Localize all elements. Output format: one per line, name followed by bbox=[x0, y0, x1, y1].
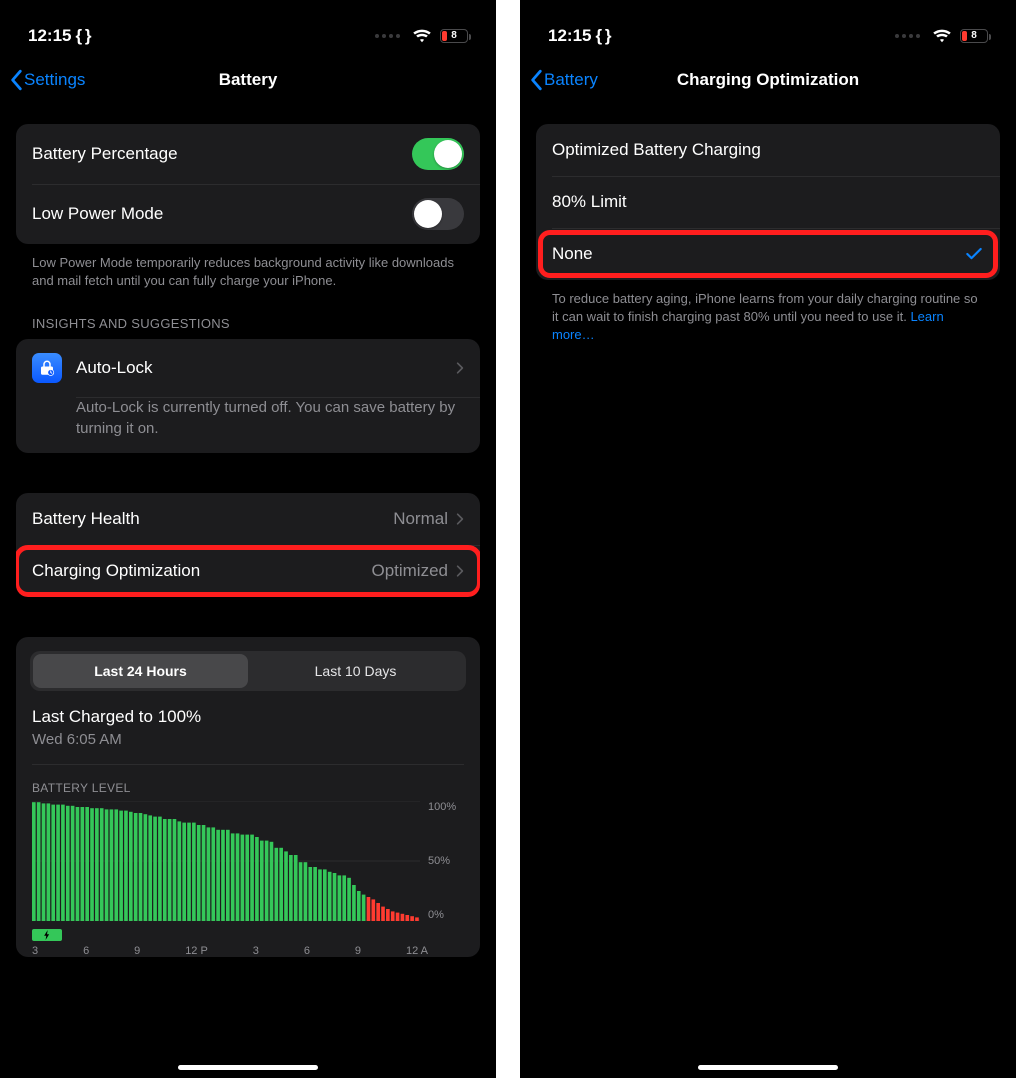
cellular-dots-icon bbox=[895, 34, 920, 38]
checkmark-icon bbox=[964, 244, 984, 264]
home-indicator bbox=[178, 1065, 318, 1070]
option-label: Optimized Battery Charging bbox=[552, 140, 761, 160]
x-axis-tick: 3 bbox=[32, 945, 38, 957]
row-label: Battery Health bbox=[32, 509, 140, 529]
insights-group: Auto-Lock Auto-Lock is currently turned … bbox=[16, 339, 480, 453]
battery-settings-screen: 12:15 { } 8 Settings Battery Battery Per… bbox=[0, 0, 496, 1078]
back-label: Settings bbox=[24, 70, 85, 90]
last-charged-title: Last Charged to 100% bbox=[32, 707, 464, 727]
time-range-segmented[interactable]: Last 24 Hours Last 10 Days bbox=[30, 651, 466, 691]
battery-percentage-toggle[interactable] bbox=[412, 138, 464, 170]
insight-title: Auto-Lock bbox=[76, 358, 153, 378]
tab-last-10-days[interactable]: Last 10 Days bbox=[248, 654, 463, 688]
row-value: Normal bbox=[393, 509, 464, 529]
row-label: Low Power Mode bbox=[32, 204, 163, 224]
cellular-dots-icon bbox=[375, 34, 400, 38]
battery-icon: 8 bbox=[440, 29, 468, 43]
option-label: None bbox=[552, 244, 593, 264]
battery-health-row[interactable]: Battery Health Normal bbox=[16, 493, 480, 545]
status-bar: 12:15 { } 8 bbox=[520, 0, 1016, 60]
bolt-icon bbox=[32, 929, 62, 941]
row-value: Optimized bbox=[371, 561, 464, 581]
option-optimized[interactable]: Optimized Battery Charging bbox=[536, 124, 1000, 176]
last-charged-info: Last Charged to 100% Wed 6:05 AM bbox=[16, 705, 480, 767]
insights-header: INSIGHTS AND SUGGESTIONS bbox=[16, 290, 480, 339]
lpm-footer: Low Power Mode temporarily reduces backg… bbox=[16, 244, 480, 290]
toggle-group: Battery Percentage Low Power Mode bbox=[16, 124, 480, 244]
options-group: Optimized Battery Charging 80% Limit Non… bbox=[536, 124, 1000, 280]
home-indicator bbox=[698, 1065, 838, 1070]
status-right: 8 bbox=[375, 26, 468, 46]
lock-icon bbox=[32, 353, 62, 383]
x-axis-tick: 12 A bbox=[406, 945, 428, 957]
back-button[interactable]: Battery bbox=[530, 69, 598, 91]
autolock-insight-row[interactable]: Auto-Lock bbox=[16, 339, 480, 397]
nav-bar: Battery Charging Optimization bbox=[520, 60, 1016, 108]
content-area: Optimized Battery Charging 80% Limit Non… bbox=[520, 124, 1016, 345]
charging-optimization-row[interactable]: Charging Optimization Optimized bbox=[16, 545, 480, 597]
chevron-right-icon bbox=[456, 361, 464, 375]
content-area: Battery Percentage Low Power Mode Low Po… bbox=[0, 124, 496, 957]
x-axis-tick: 12 P bbox=[185, 945, 208, 957]
status-bar: 12:15 { } 8 bbox=[0, 0, 496, 60]
chart-svg bbox=[32, 801, 420, 921]
low-power-mode-row[interactable]: Low Power Mode bbox=[16, 184, 480, 244]
back-button[interactable]: Settings bbox=[10, 69, 85, 91]
charging-indicator-row bbox=[16, 927, 480, 945]
x-axis-labels: 3 6 9 12 P 3 6 9 12 A bbox=[16, 945, 480, 957]
battery-icon: 8 bbox=[960, 29, 988, 43]
health-group: Battery Health Normal Charging Optimizat… bbox=[16, 493, 480, 597]
wifi-icon bbox=[932, 26, 952, 46]
last-charged-time: Wed 6:05 AM bbox=[32, 731, 464, 760]
option-80-limit[interactable]: 80% Limit bbox=[536, 176, 1000, 228]
x-axis-tick: 6 bbox=[304, 945, 310, 957]
option-label: 80% Limit bbox=[552, 192, 627, 212]
options-footer: To reduce battery aging, iPhone learns f… bbox=[536, 280, 1000, 345]
low-power-mode-toggle[interactable] bbox=[412, 198, 464, 230]
wifi-icon bbox=[412, 26, 432, 46]
y-axis-labels: 100% 50% 0% bbox=[428, 801, 464, 921]
insight-description: Auto-Lock is currently turned off. You c… bbox=[16, 398, 480, 453]
battery-level-chart: 100% 50% 0% bbox=[16, 801, 480, 931]
x-axis-tick: 6 bbox=[83, 945, 89, 957]
row-label: Battery Percentage bbox=[32, 144, 178, 164]
status-time: 12:15 { } bbox=[548, 26, 610, 46]
x-axis-tick: 3 bbox=[253, 945, 259, 957]
back-label: Battery bbox=[544, 70, 598, 90]
tab-last-24-hours[interactable]: Last 24 Hours bbox=[33, 654, 248, 688]
x-axis-tick: 9 bbox=[355, 945, 361, 957]
status-time: 12:15 { } bbox=[28, 26, 90, 46]
battery-percentage-row[interactable]: Battery Percentage bbox=[16, 124, 480, 184]
usage-group: Last 24 Hours Last 10 Days Last Charged … bbox=[16, 637, 480, 957]
charging-optimization-screen: 12:15 { } 8 Battery Charging Optimizatio… bbox=[520, 0, 1016, 1078]
chart-section-label: BATTERY LEVEL bbox=[16, 767, 480, 801]
chevron-right-icon bbox=[456, 564, 464, 578]
x-axis-tick: 9 bbox=[134, 945, 140, 957]
option-none[interactable]: None bbox=[536, 228, 1000, 280]
nav-bar: Settings Battery bbox=[0, 60, 496, 108]
status-right: 8 bbox=[895, 26, 988, 46]
chevron-right-icon bbox=[456, 512, 464, 526]
row-label: Charging Optimization bbox=[32, 561, 200, 581]
